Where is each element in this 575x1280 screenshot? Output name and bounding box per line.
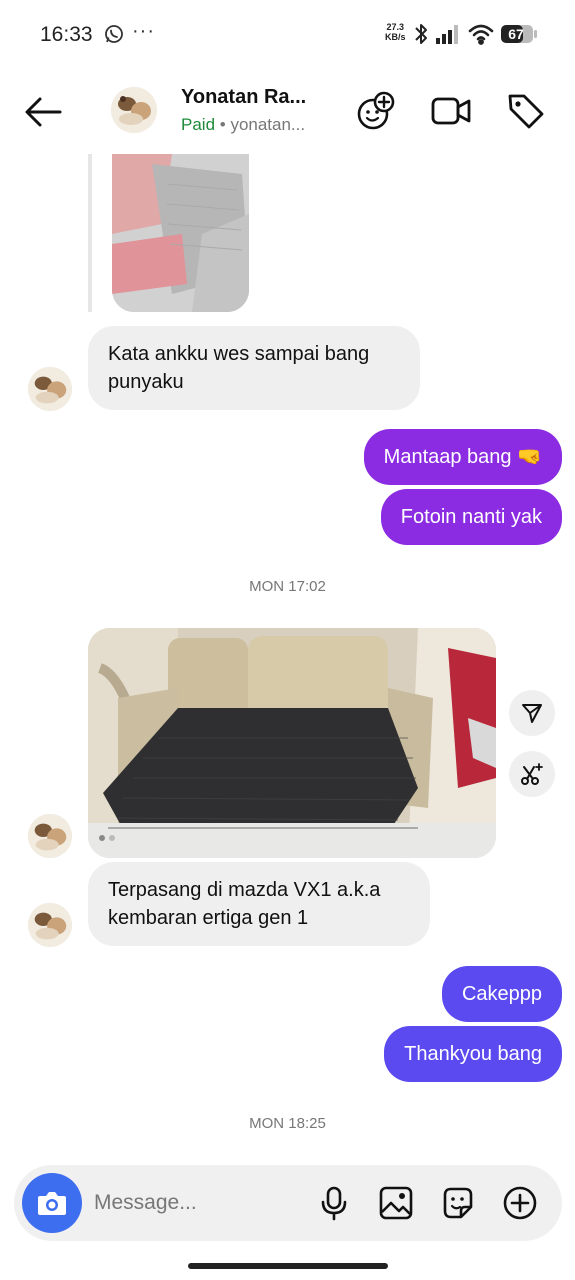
shared-photo-previous[interactable] <box>112 154 249 312</box>
microphone-icon[interactable] <box>316 1185 352 1221</box>
video-call-icon[interactable] <box>430 90 472 132</box>
network-speed-unit: KB/s <box>385 32 406 42</box>
sparkle-scissors-icon <box>521 763 543 785</box>
battery-level: 67 <box>508 26 524 42</box>
home-indicator[interactable] <box>188 1263 388 1269</box>
signal-icon <box>436 25 458 44</box>
timestamp-divider: MON 17:02 <box>249 578 326 595</box>
reply-thread-line <box>88 154 92 312</box>
chat-header: Yonatan Ra... Paid • yonatan... <box>0 70 575 154</box>
paid-status: Paid <box>181 115 216 134</box>
network-speed: 27.3 KB/s <box>385 22 406 42</box>
sticker-icon[interactable] <box>440 1185 476 1221</box>
share-button[interactable] <box>509 690 555 736</box>
incoming-message[interactable]: Kata ankku wes sampai bang punyaku <box>88 326 420 410</box>
outgoing-message[interactable]: Fotoin nanti yak <box>380 489 562 545</box>
message-composer <box>14 1165 562 1241</box>
incoming-message[interactable]: Terpasang di mazda VX1 a.k.a kembaran er… <box>88 862 430 946</box>
ai-edit-button[interactable] <box>509 751 555 797</box>
timestamp-divider: MON 18:25 <box>249 1115 326 1132</box>
status-bar: 16:33 ··· 27.3 KB/s 67 <box>0 0 575 70</box>
contact-avatar-small[interactable] <box>28 903 72 947</box>
wifi-icon <box>468 24 494 45</box>
back-arrow-icon[interactable] <box>20 92 66 132</box>
add-effect-icon[interactable] <box>355 90 397 132</box>
contact-handle: • yonatan... <box>219 115 306 134</box>
contact-subtitle: Paid • yonatan... <box>181 115 305 135</box>
status-more-icon: ··· <box>132 20 155 42</box>
whatsapp-icon <box>105 25 123 43</box>
contact-avatar[interactable] <box>111 87 157 133</box>
outgoing-message[interactable]: Cakeppp <box>441 966 562 1022</box>
outgoing-message[interactable]: Mantaap bang 🤜 <box>363 429 562 485</box>
contact-avatar-small[interactable] <box>28 814 72 858</box>
send-icon <box>522 704 542 723</box>
outgoing-message[interactable]: Thankyou bang <box>384 1026 562 1082</box>
status-time: 16:33 <box>40 23 93 46</box>
tag-icon[interactable] <box>505 90 547 132</box>
bluetooth-icon <box>415 24 427 44</box>
contact-avatar-small[interactable] <box>28 367 72 411</box>
message-input[interactable] <box>94 1185 294 1221</box>
shared-photo[interactable] <box>88 628 496 858</box>
camera-icon <box>38 1192 66 1215</box>
gallery-icon[interactable] <box>378 1185 414 1221</box>
system-status-icons <box>415 24 494 45</box>
camera-button[interactable] <box>22 1173 82 1233</box>
add-icon[interactable] <box>502 1185 538 1221</box>
network-speed-value: 27.3 <box>386 22 405 32</box>
contact-name[interactable]: Yonatan Ra... <box>181 86 306 109</box>
